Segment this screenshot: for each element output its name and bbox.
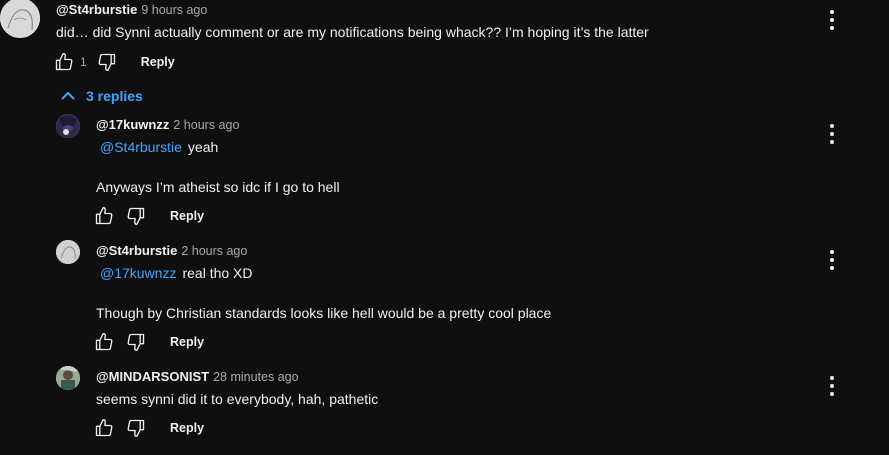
more-actions-button[interactable] xyxy=(820,122,844,146)
more-vert-icon xyxy=(830,248,834,272)
author-name[interactable]: @St4rburstie xyxy=(96,243,177,258)
dislike-icon xyxy=(127,419,145,437)
avatar[interactable] xyxy=(56,366,80,390)
avatar[interactable] xyxy=(56,240,80,264)
avatar[interactable] xyxy=(56,114,80,138)
comment-actions: Reply xyxy=(92,204,204,228)
dislike-icon xyxy=(127,333,145,351)
avatar-image xyxy=(56,114,80,138)
reply-button[interactable]: Reply xyxy=(170,421,204,435)
author-name[interactable]: @MINDARSONIST xyxy=(96,369,209,384)
more-vert-icon xyxy=(830,8,834,32)
avatar[interactable] xyxy=(0,0,40,38)
avatar-image xyxy=(0,0,40,38)
comment-text-line: Though by Christian standards looks like… xyxy=(96,305,552,321)
mention-link[interactable]: @17kuwnzz xyxy=(100,265,176,281)
dislike-button[interactable] xyxy=(124,330,148,354)
comment-text-line: @17kuwnzz real tho XD xyxy=(100,265,253,281)
comment-text-line: Anyways I’m atheist so idc if I go to he… xyxy=(96,179,340,195)
comment-text-line: @St4rburstie yeah xyxy=(100,139,218,155)
avatar-image xyxy=(56,366,80,390)
comment-header: @St4rburstie 9 hours ago xyxy=(56,2,207,17)
avatar-image xyxy=(56,240,80,264)
more-actions-button[interactable] xyxy=(820,248,844,272)
like-icon xyxy=(95,207,113,225)
author-name[interactable]: @St4rburstie xyxy=(56,2,137,17)
like-button[interactable] xyxy=(52,50,76,74)
comment-actions: Reply xyxy=(92,416,204,440)
comment-header: @MINDARSONIST 28 minutes ago xyxy=(96,369,299,384)
comment-header: @17kuwnzz 2 hours ago xyxy=(96,117,239,132)
reply-button[interactable]: Reply xyxy=(170,335,204,349)
more-vert-icon xyxy=(830,122,834,146)
dislike-button[interactable] xyxy=(124,416,148,440)
comment-actions: 1 Reply xyxy=(52,50,175,74)
dislike-button[interactable] xyxy=(95,50,119,74)
comment-text: real tho XD xyxy=(182,265,253,281)
like-count: 1 xyxy=(80,55,87,69)
like-button[interactable] xyxy=(92,330,116,354)
dislike-button[interactable] xyxy=(124,204,148,228)
mention-link[interactable]: @St4rburstie xyxy=(100,139,182,155)
chevron-up-icon xyxy=(61,91,75,100)
like-button[interactable] xyxy=(92,416,116,440)
timestamp[interactable]: 2 hours ago xyxy=(173,118,239,132)
dislike-icon xyxy=(98,53,115,72)
more-actions-button[interactable] xyxy=(820,8,844,32)
comment-text: yeah xyxy=(187,139,219,155)
replies-count-label: 3 replies xyxy=(86,88,143,104)
comment-header: @St4rburstie 2 hours ago xyxy=(96,243,247,258)
reply-button[interactable]: Reply xyxy=(170,209,204,223)
like-button[interactable] xyxy=(92,204,116,228)
more-vert-icon xyxy=(830,374,834,398)
like-icon xyxy=(55,53,73,71)
timestamp[interactable]: 28 minutes ago xyxy=(213,370,298,384)
author-name[interactable]: @17kuwnzz xyxy=(96,117,169,132)
replies-toggle-button[interactable]: 3 replies xyxy=(60,86,143,106)
comment-text: did… did Synni actually comment or are m… xyxy=(56,24,649,40)
like-icon xyxy=(95,333,113,351)
comment-actions: Reply xyxy=(92,330,204,354)
dislike-icon xyxy=(127,207,145,225)
comment-text: seems synni did it to everybody, hah, pa… xyxy=(96,391,379,407)
reply-button[interactable]: Reply xyxy=(141,55,175,69)
more-actions-button[interactable] xyxy=(820,374,844,398)
timestamp[interactable]: 9 hours ago xyxy=(141,3,207,17)
like-icon xyxy=(95,419,113,437)
timestamp[interactable]: 2 hours ago xyxy=(181,244,247,258)
